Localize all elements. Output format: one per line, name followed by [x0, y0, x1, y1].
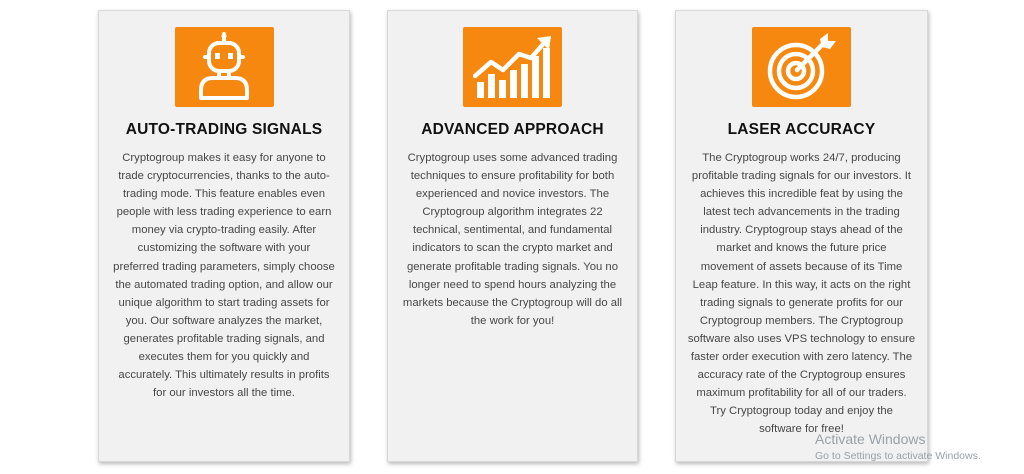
text-line: people with less trading experience to e… — [116, 206, 332, 219]
text-line: accuracy rate of the Cryptogroup ensures — [697, 369, 906, 382]
text-line: maximum profitability for all of our tra… — [696, 387, 907, 400]
robot-icon — [174, 27, 274, 107]
text-line: Cryptogroup algorithm integrates 22 — [422, 206, 603, 219]
text-line: experienced and novice investors. The — [415, 188, 610, 201]
text-line: the work for you! — [470, 314, 555, 327]
text-line: trading signals to generate profits for … — [700, 296, 903, 309]
text-line: you. Our software analyzes the market, — [125, 314, 323, 327]
text-line: Try Cryptogroup today and enjoy the — [710, 405, 893, 418]
text-line: generates profitable trading signals, an… — [123, 332, 325, 345]
text-line: Cryptogroup makes it easy for anyone to — [122, 152, 326, 164]
text-line: profitable trading signals for our inves… — [691, 170, 912, 183]
text-line: trading mode. This feature enables even — [122, 188, 325, 201]
text-line: for our investors all the time. — [153, 387, 295, 400]
text-line: markets because the Cryptogroup will do … — [402, 296, 623, 309]
text-line: longer need to spend hours analyzing the — [408, 278, 617, 291]
text-line: trade cryptocurrencies, thanks to the au… — [118, 170, 330, 183]
card-title: ADVANCED APPROACH — [421, 121, 604, 138]
text-line: techniques to ensure profitability for b… — [410, 170, 615, 183]
card-title: AUTO-TRADING SIGNALS — [125, 121, 323, 138]
card-description: Cryptogroup uses some advanced trading t… — [388, 149, 637, 330]
text-line: industry. Cryptogroup stays ahead of the — [700, 224, 903, 237]
text-line: software also uses VPS technology to ens… — [687, 332, 916, 345]
card-title: LASER ACCURACY — [727, 121, 876, 138]
text-line: customizing the software with your — [137, 242, 311, 255]
text-line: executes them for you quickly and — [138, 351, 310, 364]
text-line: latest tech advancements in the trading — [703, 206, 900, 219]
feature-card-advanced-approach: ADVANCED APPROACH Cryptogroup uses some … — [387, 10, 638, 462]
text-line: faster order execution with zero latency… — [690, 351, 913, 364]
feature-card-auto-trading: AUTO-TRADING SIGNALS Cryptogroup makes i… — [98, 10, 350, 462]
text-line: generate profitable trading signals. You… — [406, 260, 619, 273]
text-line: accurately. This ultimately results in p… — [118, 369, 330, 382]
text-line: movement of assets because of its Time — [700, 260, 903, 273]
text-line: Cryptogroup uses some advanced trading — [407, 152, 618, 164]
feature-card-laser-accuracy: LASER ACCURACY The Cryptogroup works 24/… — [675, 10, 928, 462]
text-line: achieves this incredible feat by using t… — [700, 188, 903, 201]
text-line: the automated trading option, and allow … — [115, 278, 333, 291]
text-line: technical, sentimental, and fundamental — [412, 224, 613, 237]
text-line: The Cryptogroup works 24/7, producing — [702, 152, 901, 164]
text-line: unique algorithm to start trading assets… — [118, 296, 330, 309]
card-description: The Cryptogroup works 24/7, producing pr… — [676, 149, 927, 439]
text-line: money via crypto-trading easily. After — [131, 224, 317, 237]
text-line: market and knows the future price — [716, 242, 887, 255]
text-line: Cryptogroup members. The Cryptogroup — [699, 314, 904, 327]
growth-chart-icon — [463, 27, 562, 107]
text-line: preferred trading parameters, simply cho… — [113, 260, 335, 273]
text-line: indicators to scan the crypto market and — [412, 242, 613, 255]
target-arrow-icon — [752, 27, 851, 107]
card-description: Cryptogroup makes it easy for anyone to … — [99, 149, 349, 402]
text-line: software for free! — [759, 423, 844, 436]
text-line: Leap feature. In this way, it acts on th… — [692, 278, 911, 291]
